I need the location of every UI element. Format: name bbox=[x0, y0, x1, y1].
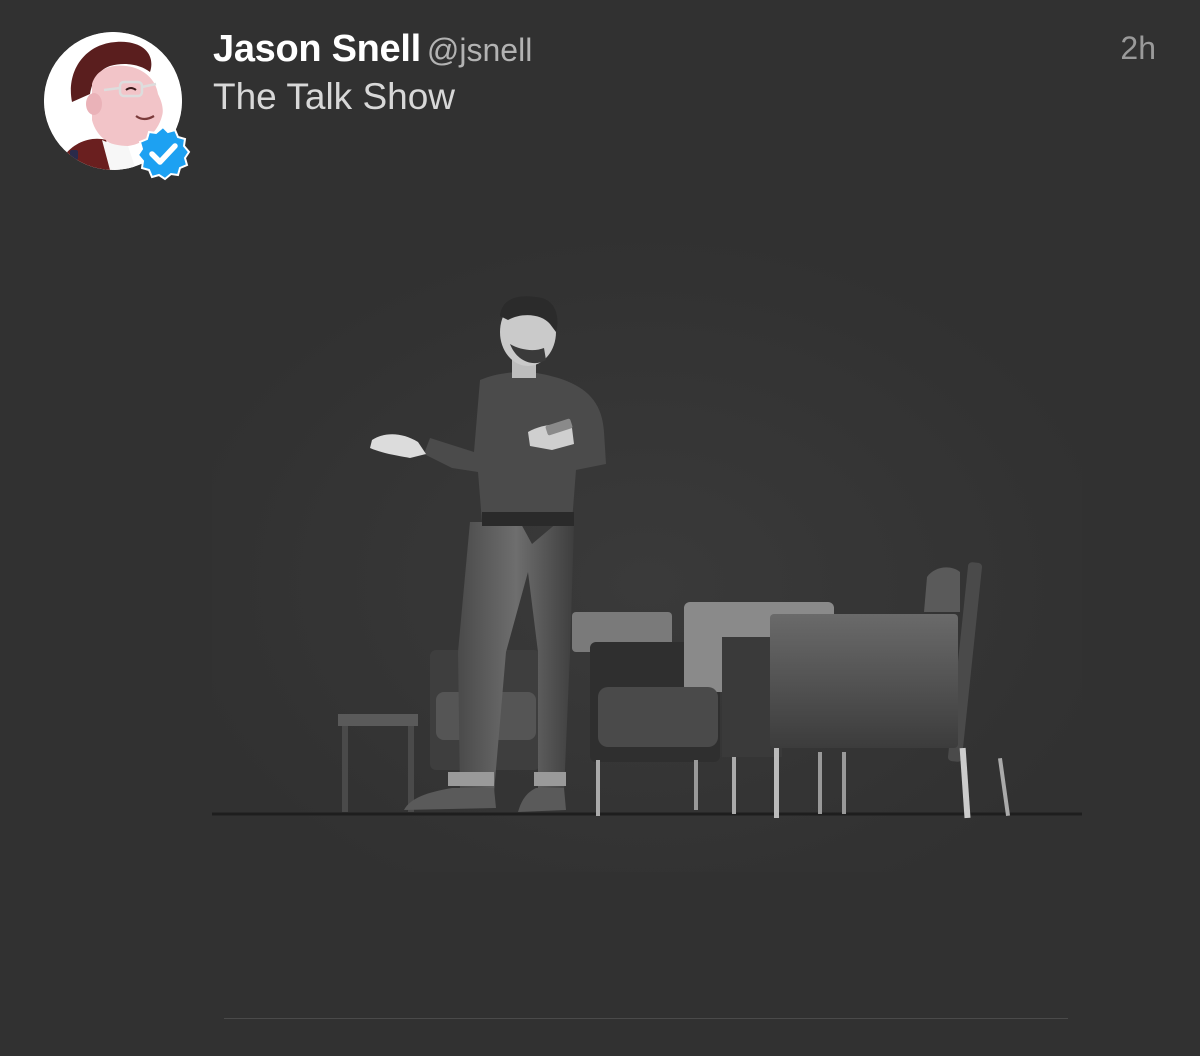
verified-badge-icon bbox=[136, 125, 191, 181]
avatar-container[interactable] bbox=[44, 32, 191, 181]
tweet-photo[interactable] bbox=[212, 232, 1082, 872]
cell-divider bbox=[224, 1018, 1068, 1019]
timestamp[interactable]: 2h bbox=[1120, 30, 1156, 67]
tweet-header: Jason Snell @jsnell bbox=[213, 28, 532, 72]
user-handle[interactable]: @jsnell bbox=[427, 32, 532, 68]
tweet-text: The Talk Show bbox=[213, 76, 455, 117]
tweet-cell[interactable]: Jason Snell @jsnell 2h The Talk Show bbox=[0, 0, 1200, 1056]
stage-photo-icon bbox=[212, 232, 1082, 872]
display-name[interactable]: Jason Snell bbox=[213, 28, 421, 70]
